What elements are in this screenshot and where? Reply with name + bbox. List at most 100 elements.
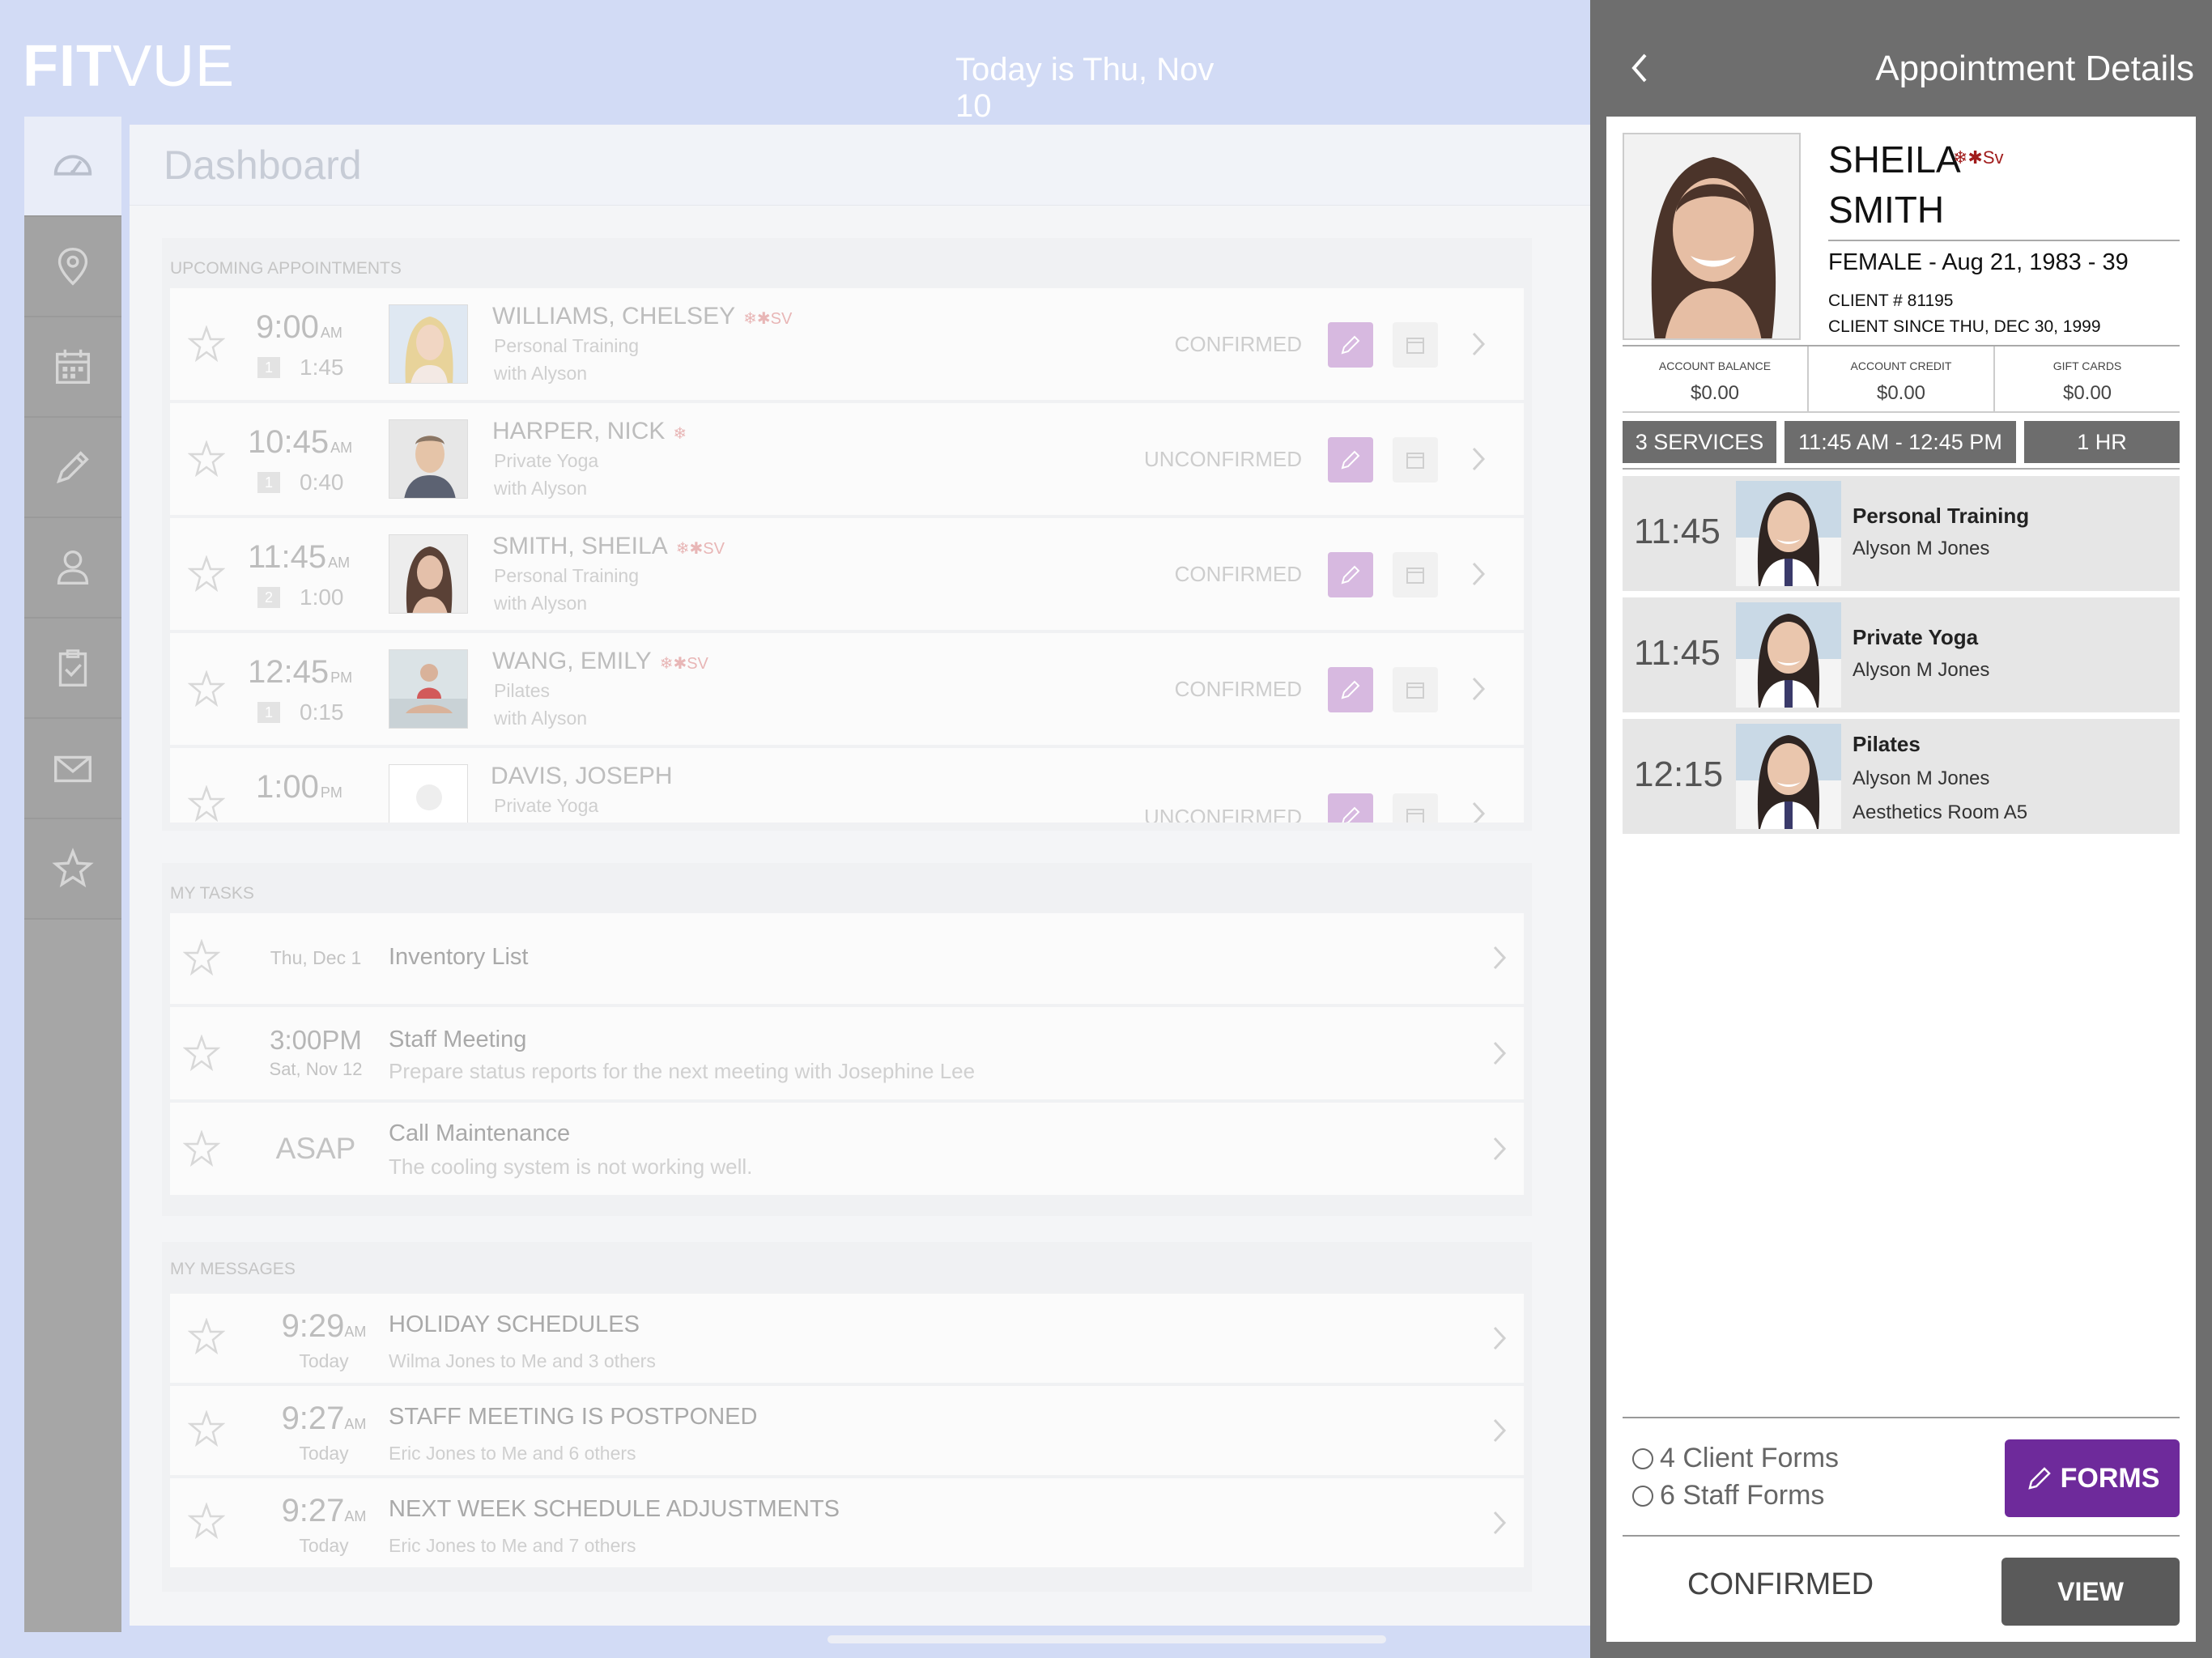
appointment-row[interactable]: 1:00 PM DAVIS, JOSEPH Private Yoga UNCONF… bbox=[170, 748, 1524, 823]
star-icon[interactable] bbox=[187, 670, 226, 708]
star-icon[interactable] bbox=[187, 555, 226, 593]
client-name[interactable]: SMITH, SHEILA ❄✱Sv bbox=[492, 533, 725, 560]
client-demographics: FEMALE - Aug 21, 1983 - 39 bbox=[1828, 249, 2129, 275]
appointment-details-panel: Appointment Details SHEILA ❄✱Sv SMITH FE… bbox=[1590, 0, 2212, 1658]
chevron-right-icon[interactable] bbox=[1469, 559, 1488, 589]
service-count-badge: 1 bbox=[257, 472, 280, 493]
nav-tasks[interactable] bbox=[24, 619, 121, 719]
service-item[interactable]: 12:15 Pilates Alyson M Jones Aesthetics … bbox=[1623, 719, 2180, 834]
chevron-right-icon[interactable] bbox=[1490, 1038, 1509, 1069]
tasks-label: MY TASKS bbox=[170, 884, 254, 903]
service-time: 11:45 bbox=[1634, 512, 1721, 551]
calendar-button[interactable] bbox=[1393, 667, 1438, 712]
star-icon[interactable] bbox=[187, 440, 226, 478]
chevron-right-icon[interactable] bbox=[1469, 444, 1488, 474]
nav-notes[interactable] bbox=[24, 418, 121, 518]
star-icon[interactable] bbox=[187, 784, 226, 823]
edit-appointment-button[interactable] bbox=[1328, 322, 1373, 368]
nav-locations[interactable] bbox=[24, 217, 121, 317]
service-name: Pilates bbox=[1853, 732, 1921, 756]
calendar-icon bbox=[1406, 809, 1424, 823]
appointment-row[interactable]: 10:45 AM 1 0:40 HARPER, NICK ❄ Private Yoga… bbox=[170, 403, 1524, 515]
calendar-button[interactable] bbox=[1393, 552, 1438, 597]
star-icon[interactable] bbox=[182, 1034, 221, 1072]
nav-filler bbox=[24, 920, 121, 1632]
appointment-row[interactable]: 11:45 AM 2 1:00 SMITH, SHEILA ❄✱Sv Personal… bbox=[170, 518, 1524, 630]
appointments-list[interactable]: 9:00 AM 1 1:45 WILLIAMS, CHELSEY ❄✱Sv Perso… bbox=[162, 288, 1532, 823]
pencil-icon bbox=[1342, 806, 1360, 823]
client-number: CLIENT # 81195 bbox=[1828, 291, 1954, 310]
page-title: Dashboard bbox=[164, 142, 362, 188]
chevron-right-icon[interactable] bbox=[1490, 1323, 1509, 1354]
task-row[interactable]: 3:00PM Sat, Nov 12 Staff Meeting Prepare… bbox=[170, 1007, 1524, 1099]
staff-name: Alyson M Jones bbox=[1853, 767, 1990, 789]
radio-button[interactable] bbox=[1632, 1485, 1653, 1507]
chevron-right-icon[interactable] bbox=[1490, 1507, 1509, 1538]
client-name[interactable]: WILLIAMS, CHELSEY ❄✱Sv bbox=[492, 303, 792, 330]
appointment-row[interactable]: 12:45 PM 1 0:15 WANG, EMILY ❄✱Sv Pilates wi… bbox=[170, 633, 1524, 745]
chevron-right-icon[interactable] bbox=[1490, 942, 1509, 973]
message-subject: NEXT WEEK SCHEDULE ADJUSTMENTS bbox=[389, 1496, 840, 1522]
staff-forms-option[interactable]: 6 Staff Forms bbox=[1632, 1480, 1824, 1511]
appointment-row[interactable]: 9:00 AM 1 1:45 WILLIAMS, CHELSEY ❄✱Sv Perso… bbox=[170, 288, 1524, 400]
nav-favorites[interactable] bbox=[24, 819, 121, 920]
chevron-right-icon[interactable] bbox=[1490, 1133, 1509, 1164]
appointment-time: 12:45 PM bbox=[248, 654, 353, 690]
service-item[interactable]: 11:45 Personal Training Alyson M Jones bbox=[1623, 476, 2180, 591]
chevron-right-icon[interactable] bbox=[1469, 674, 1488, 704]
forms-button[interactable]: FORMS bbox=[2005, 1439, 2180, 1517]
calendar-icon bbox=[1406, 453, 1424, 469]
calendar-button[interactable] bbox=[1393, 322, 1438, 368]
client-avatar bbox=[389, 304, 468, 384]
chevron-right-icon[interactable] bbox=[1469, 798, 1488, 823]
nav-clients[interactable] bbox=[24, 518, 121, 619]
service-name: Private Yoga bbox=[494, 795, 599, 816]
message-row[interactable]: 9:27AM Today NEXT WEEK SCHEDULE ADJUSTME… bbox=[170, 1478, 1524, 1567]
service-name: Pilates bbox=[494, 680, 551, 701]
service-item[interactable]: 11:45 Private Yoga Alyson M Jones bbox=[1623, 597, 2180, 712]
edit-appointment-button[interactable] bbox=[1328, 793, 1373, 823]
view-button[interactable]: VIEW bbox=[2001, 1558, 2180, 1626]
star-icon[interactable] bbox=[182, 1129, 221, 1167]
message-row[interactable]: 9:29AM Today HOLIDAY SCHEDULES Wilma Jon… bbox=[170, 1294, 1524, 1383]
task-row[interactable]: Thu, Dec 1 Inventory List bbox=[170, 913, 1524, 1004]
task-due: 3:00PM bbox=[270, 1025, 362, 1055]
calendar-button[interactable] bbox=[1393, 437, 1438, 483]
chevron-right-icon[interactable] bbox=[1469, 329, 1488, 359]
client-flags: ❄ bbox=[673, 425, 687, 443]
client-name[interactable]: DAVIS, JOSEPH bbox=[491, 763, 681, 790]
client-forms-option[interactable]: 4 Client Forms bbox=[1632, 1443, 1839, 1474]
star-icon[interactable] bbox=[182, 938, 221, 976]
chevron-right-icon[interactable] bbox=[1490, 1415, 1509, 1446]
edit-appointment-button[interactable] bbox=[1328, 667, 1373, 712]
task-title: Inventory List bbox=[389, 944, 529, 970]
service-name: Personal Training bbox=[1853, 504, 2030, 528]
task-title: Staff Meeting bbox=[389, 1027, 527, 1052]
client-name[interactable]: WANG, EMILY ❄✱Sv bbox=[492, 648, 708, 675]
back-button[interactable] bbox=[1627, 50, 1652, 86]
nav-dashboard[interactable] bbox=[24, 117, 121, 217]
dashboard-main: Dashboard UPCOMING APPOINTMENTS 9:00 AM 1… bbox=[130, 125, 1590, 1626]
client-first-name: SHEILA bbox=[1828, 138, 1961, 181]
edit-appointment-button[interactable] bbox=[1328, 552, 1373, 597]
divider bbox=[1623, 1535, 2180, 1537]
appointment-time: 11:45 AM bbox=[248, 539, 351, 575]
radio-button[interactable] bbox=[1632, 1448, 1653, 1469]
pencil-icon bbox=[1341, 335, 1360, 355]
star-icon[interactable] bbox=[187, 1409, 226, 1448]
client-name[interactable]: HARPER, NICK ❄ bbox=[492, 418, 687, 445]
appointment-duration: 2 1:00 bbox=[257, 585, 344, 610]
star-icon[interactable] bbox=[187, 325, 226, 363]
star-icon[interactable] bbox=[187, 1502, 226, 1540]
calendar-button[interactable] bbox=[1393, 793, 1438, 823]
nav-calendar[interactable] bbox=[24, 317, 121, 418]
services-count: 3 SERVICES bbox=[1623, 421, 1776, 463]
gift-cards: GIFT CARDS $0.00 bbox=[2052, 359, 2122, 404]
nav-messages[interactable] bbox=[24, 719, 121, 819]
star-icon[interactable] bbox=[187, 1317, 226, 1355]
message-row[interactable]: 9:27AM Today STAFF MEETING IS POSTPONED … bbox=[170, 1386, 1524, 1475]
edit-appointment-button[interactable] bbox=[1328, 437, 1373, 483]
task-row[interactable]: ASAP Call Maintenance The cooling system… bbox=[170, 1103, 1524, 1195]
staff-name: with Alyson bbox=[494, 363, 588, 384]
fitvue-logo: FITVUE bbox=[23, 34, 236, 99]
